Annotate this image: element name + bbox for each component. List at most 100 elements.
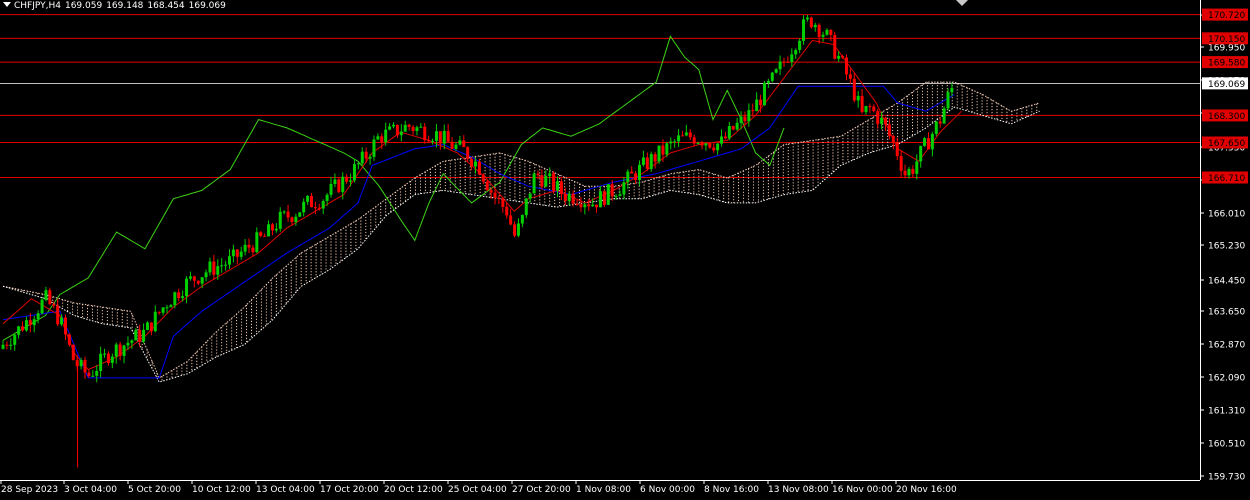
candle-body (446, 130, 450, 142)
candle-body (720, 136, 724, 144)
candle-body (306, 195, 310, 202)
x-tick-label: 3 Oct 04:00 (64, 485, 117, 495)
candle-body (392, 124, 395, 127)
candle-body (653, 154, 657, 162)
price-chart[interactable]: 170.730169.950169.170168.390167.550166.7… (0, 0, 1250, 500)
candle-body (618, 194, 622, 197)
candle-body (759, 99, 763, 106)
price-level-tag-label: 166.710 (1208, 174, 1245, 184)
candle-body (341, 176, 345, 193)
candle-body (208, 261, 212, 273)
candle-body (536, 173, 540, 176)
candle-body (579, 204, 583, 208)
candle-body (114, 344, 118, 357)
candle-body (87, 372, 91, 376)
candle-body (181, 296, 185, 299)
candle-body (161, 307, 165, 313)
candle-body (591, 204, 595, 207)
candle-body (556, 181, 560, 191)
candle-body (458, 140, 462, 145)
candle-body (844, 57, 848, 75)
ohlc-low: 168.454 (147, 1, 185, 11)
symbol-menu-icon[interactable] (3, 2, 11, 7)
x-tick-label: 25 Oct 04:00 (448, 485, 507, 495)
x-tick-label: 17 Oct 20:00 (320, 485, 379, 495)
candle-body (751, 110, 755, 112)
candle-body (235, 249, 239, 257)
candle-body (872, 106, 876, 112)
candle-body (630, 171, 634, 174)
candle-body (71, 344, 75, 361)
candle-body (692, 137, 696, 144)
candle-body (919, 145, 923, 162)
x-tick-label: 20 Oct 12:00 (384, 485, 443, 495)
candle-body (513, 224, 517, 236)
y-tick-label: 161.310 (1208, 407, 1245, 417)
senkou-span-b-line (2, 106, 1040, 383)
chart-shift-marker-icon[interactable] (956, 0, 968, 6)
candle-body (575, 203, 579, 205)
candle-body (349, 180, 353, 182)
candle-body (669, 141, 673, 144)
price-level-lines (0, 14, 1200, 178)
candle-body (313, 207, 317, 209)
candle-body (216, 266, 220, 275)
candle-body (454, 144, 458, 149)
senkou-span-a-line (2, 81, 1040, 379)
candle-body (649, 154, 653, 169)
candle-body (13, 334, 17, 345)
candle-body (157, 311, 161, 313)
candle-body (762, 82, 766, 106)
candle-body (942, 108, 946, 124)
candle-body (345, 176, 349, 182)
x-tick-label: 10 Oct 12:00 (192, 485, 251, 495)
candle-body (641, 157, 645, 165)
candle-body (40, 299, 44, 314)
price-level-tag-label: 167.650 (1208, 139, 1245, 149)
ohlc-close: 169.069 (188, 1, 226, 11)
candle-body (317, 207, 321, 209)
candle-body (852, 78, 856, 101)
candle-body (868, 106, 872, 108)
candle-body (813, 24, 817, 28)
x-tick-label: 6 Nov 00:00 (640, 485, 695, 495)
candle-body (645, 157, 649, 169)
candle-body (895, 142, 899, 157)
candle-body (509, 215, 513, 225)
y-tick-label: 165.230 (1208, 242, 1245, 252)
candle-body (411, 126, 415, 131)
candle-body (911, 168, 915, 174)
candle-body (321, 201, 325, 209)
tenkan-sen-line (2, 39, 962, 371)
candle-body (489, 190, 493, 193)
candle-body (598, 191, 602, 208)
candle-body (817, 24, 821, 37)
candle-body (48, 290, 52, 305)
candle-body (442, 130, 446, 144)
candle-body (282, 211, 286, 213)
candle-body (380, 136, 384, 143)
x-tick-label: 27 Oct 20:00 (512, 485, 571, 495)
candle-body (684, 132, 688, 136)
candle-body (99, 353, 103, 371)
candle-body (481, 174, 485, 182)
candle-body (294, 216, 298, 223)
candle-body (130, 340, 134, 343)
candle-body (63, 317, 67, 335)
price-level-tag-label: 170.150 (1208, 35, 1245, 45)
candle-body (552, 173, 556, 191)
chart-header: CHFJPY,H4 169.059 169.148 168.454 169.069 (3, 1, 230, 11)
candle-body (903, 170, 907, 176)
candle-body (298, 212, 302, 217)
candle-body (407, 124, 411, 127)
candle-body (587, 204, 591, 207)
candle-body (548, 173, 552, 177)
candle-body (677, 135, 681, 142)
candle-body (528, 193, 532, 199)
chart-window[interactable]: 170.730169.950169.170168.390167.550166.7… (0, 0, 1250, 500)
y-tick-label: 162.090 (1208, 374, 1245, 384)
candle-body (28, 320, 32, 326)
candle-body (368, 156, 372, 159)
candle-body (880, 117, 884, 124)
candle-body (220, 265, 224, 267)
